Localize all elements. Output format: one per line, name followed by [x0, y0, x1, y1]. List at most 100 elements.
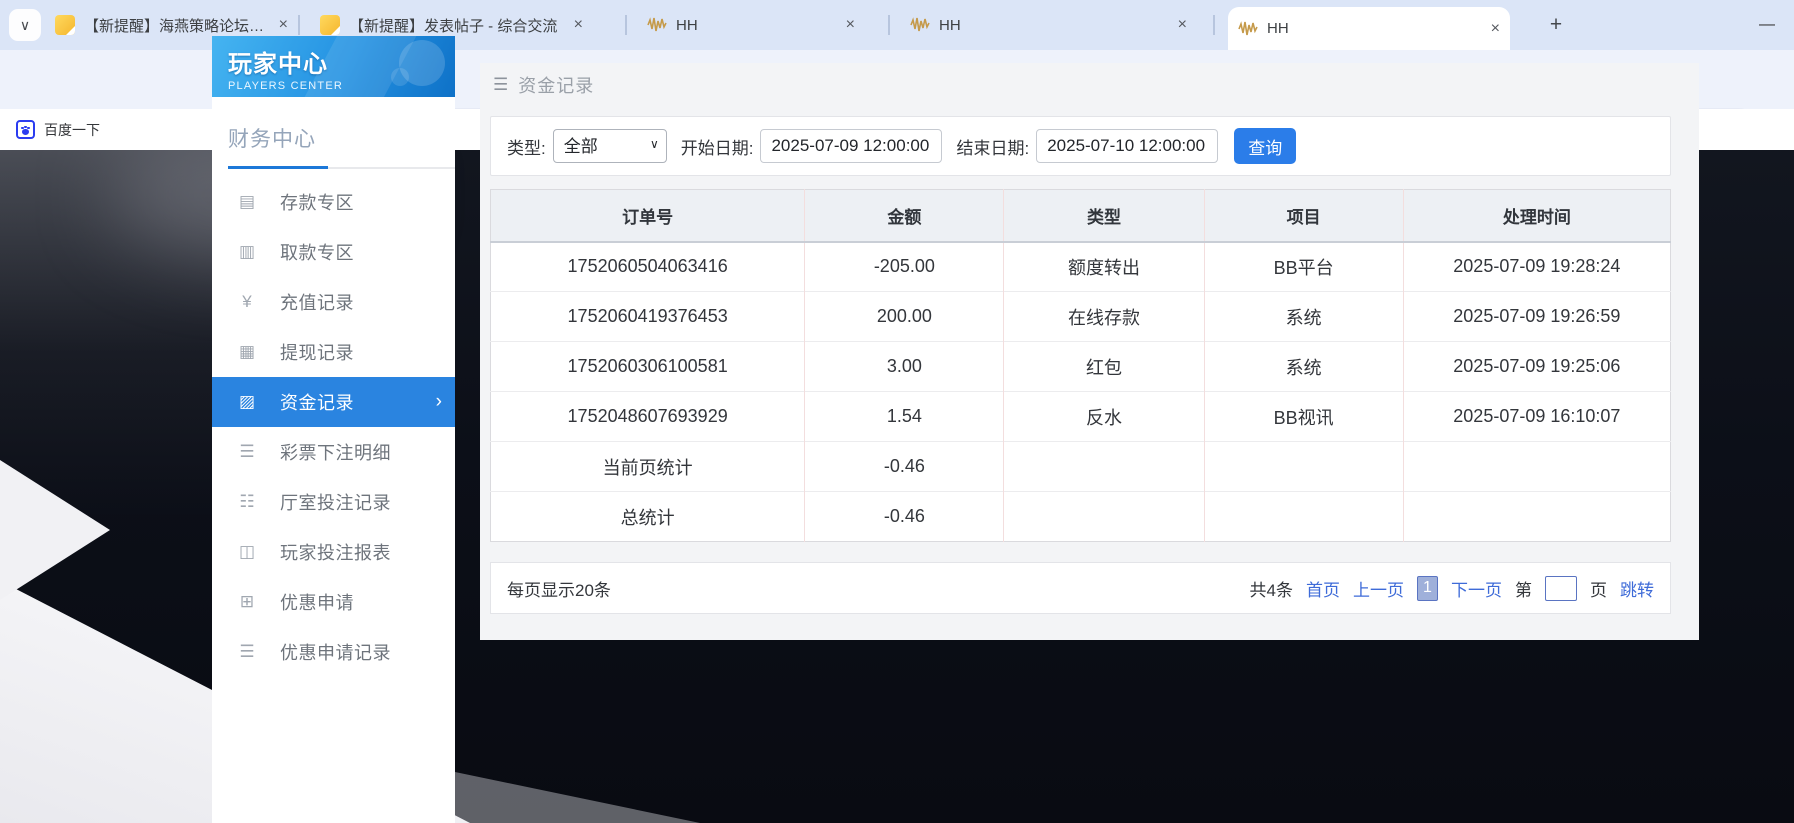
close-icon[interactable]: ×	[574, 16, 583, 34]
next-page-link[interactable]: 下一页	[1451, 576, 1502, 601]
window-minimize-button[interactable]: —	[1755, 13, 1779, 37]
type-select[interactable]: 全部	[553, 129, 667, 163]
tab-4[interactable]: HH ×	[900, 0, 1197, 50]
deposit-icon: ▤	[234, 192, 260, 212]
sidebar-item-lottery-bet-detail[interactable]: ☰ 彩票下注明细	[212, 427, 455, 477]
sidebar-item-funds-record[interactable]: ▨ 资金记录 ›	[212, 377, 455, 427]
type-label: 类型:	[507, 134, 546, 159]
forum-favicon-icon	[55, 15, 75, 35]
prev-page-link[interactable]: 上一页	[1353, 576, 1404, 601]
search-button[interactable]: 查询	[1234, 128, 1296, 164]
order-id: 1752060504063416	[491, 242, 805, 292]
tab-search-chevron-button[interactable]: ∨	[9, 9, 41, 41]
sidebar-menu: ▤ 存款专区 ▥ 取款专区 ¥ 充值记录 ▦ 提现记录 ▨ 资金记录 › ☰ 彩…	[212, 177, 455, 677]
project: 系统	[1204, 292, 1403, 342]
table-row: 1752048607693929 1.54 反水 BB视讯 2025-07-09…	[491, 392, 1671, 442]
tab-separator	[625, 15, 627, 35]
end-date-input[interactable]	[1036, 129, 1218, 163]
start-date-input[interactable]	[760, 129, 942, 163]
col-order-id: 订单号	[491, 190, 805, 242]
project: 系统	[1204, 342, 1403, 392]
jump-page-input[interactable]	[1545, 576, 1577, 601]
chart-icon: ◫	[234, 542, 260, 562]
main-panel: ☰ 资金记录 类型: 全部 ∨ 开始日期: 结束日期: 查询 订单号 金额 类型…	[480, 63, 1699, 640]
section-title: 财务中心	[228, 123, 439, 153]
table-header-row: 订单号 金额 类型 项目 处理时间	[491, 190, 1671, 242]
cards-icon: ▦	[234, 342, 260, 362]
sidebar-item-promo-apply[interactable]: ⊞ 优惠申请	[212, 577, 455, 627]
ticket-icon: ⊞	[234, 592, 260, 612]
page-size-text: 每页显示20条	[507, 576, 611, 601]
current-page-badge[interactable]: 1	[1417, 576, 1438, 601]
tab-title: 【新提醒】海燕策略论坛综合交	[84, 15, 270, 36]
filter-bar: 类型: 全部 ∨ 开始日期: 结束日期: 查询	[490, 116, 1671, 176]
withdraw-icon: ▥	[234, 242, 260, 262]
sidebar-item-promo-apply-record[interactable]: ☰ 优惠申请记录	[212, 627, 455, 677]
table-row-page-total: 当前页统计 -0.46	[491, 442, 1671, 492]
table-row-grand-total: 总统计 -0.46	[491, 492, 1671, 542]
jump-suffix: 页	[1590, 576, 1607, 601]
sidebar-item-hall-bet-record[interactable]: ☷ 厅室投注记录	[212, 477, 455, 527]
tab-separator	[888, 15, 890, 35]
first-page-link[interactable]: 首页	[1306, 576, 1340, 601]
baidu-paw-icon	[16, 120, 35, 139]
type: 红包	[1004, 342, 1204, 392]
tab-title: HH	[676, 17, 837, 34]
amount: 200.00	[805, 292, 1004, 342]
col-project: 项目	[1204, 190, 1403, 242]
sidebar-header: 玩家中心 PLAYERS CENTER	[212, 36, 455, 97]
sidebar-item-recharge-record[interactable]: ¥ 充值记录	[212, 277, 455, 327]
jump-button[interactable]: 跳转	[1620, 576, 1654, 601]
close-icon[interactable]: ×	[279, 16, 288, 34]
new-tab-button[interactable]: +	[1543, 12, 1569, 38]
close-icon[interactable]: ×	[1178, 16, 1187, 34]
forum-favicon-icon	[320, 15, 340, 35]
chevron-down-icon: ∨	[20, 17, 30, 34]
hamburger-icon[interactable]: ☰	[493, 75, 508, 95]
tab-3[interactable]: HH ×	[637, 0, 865, 50]
sidebar-item-player-bet-report[interactable]: ◫ 玩家投注报表	[212, 527, 455, 577]
tab-separator	[298, 15, 300, 35]
pagination-bar: 每页显示20条 共4条 首页 上一页 1 下一页 第 页 跳转	[490, 562, 1671, 614]
order-id: 1752048607693929	[491, 392, 805, 442]
amount: 1.54	[805, 392, 1004, 442]
page-title: 资金记录	[518, 72, 594, 98]
col-time: 处理时间	[1403, 190, 1670, 242]
section-divider	[228, 167, 455, 169]
type: 在线存款	[1004, 292, 1204, 342]
amount: -205.00	[805, 242, 1004, 292]
time: 2025-07-09 19:28:24	[1403, 242, 1670, 292]
list-icon: ☰	[234, 642, 260, 662]
close-icon[interactable]: ×	[846, 16, 855, 34]
amount: -0.46	[805, 442, 1004, 492]
total-count-text: 共4条	[1250, 576, 1293, 601]
player-center-sidebar: 玩家中心 PLAYERS CENTER 财务中心 ▤ 存款专区 ▥ 取款专区 ¥…	[212, 36, 455, 823]
hh-wave-favicon-icon	[647, 16, 667, 34]
bookmark-baidu[interactable]: 百度一下	[16, 117, 100, 142]
end-date-label: 结束日期:	[956, 134, 1029, 159]
close-icon[interactable]: ×	[1491, 20, 1500, 38]
funds-record-table: 订单号 金额 类型 项目 处理时间 1752060504063416 -205.…	[490, 189, 1671, 542]
chevron-right-icon: ›	[436, 391, 442, 413]
start-date-label: 开始日期:	[681, 134, 754, 159]
hh-wave-favicon-icon	[1238, 20, 1258, 38]
time: 2025-07-09 16:10:07	[1403, 392, 1670, 442]
sidebar-item-withdrawal-record[interactable]: ▦ 提现记录	[212, 327, 455, 377]
sidebar-item-withdraw[interactable]: ▥ 取款专区	[212, 227, 455, 277]
project: BB平台	[1204, 242, 1403, 292]
tab-5-active[interactable]: HH ×	[1228, 7, 1510, 50]
table-row: 1752060306100581 3.00 红包 系统 2025-07-09 1…	[491, 342, 1671, 392]
project: BB视讯	[1204, 392, 1403, 442]
list-icon: ☰	[234, 442, 260, 462]
tab-title: HH	[939, 17, 1169, 34]
tab-separator	[1213, 15, 1215, 35]
table-row: 1752060504063416 -205.00 额度转出 BB平台 2025-…	[491, 242, 1671, 292]
page-title-bar: ☰ 资金记录	[480, 63, 1699, 106]
order-id: 1752060306100581	[491, 342, 805, 392]
sidebar-item-deposit[interactable]: ▤ 存款专区	[212, 177, 455, 227]
tab-title: HH	[1267, 20, 1482, 37]
money-bag-icon: ¥	[234, 292, 260, 312]
order-id: 1752060419376453	[491, 292, 805, 342]
jump-prefix: 第	[1515, 576, 1532, 601]
type: 反水	[1004, 392, 1204, 442]
